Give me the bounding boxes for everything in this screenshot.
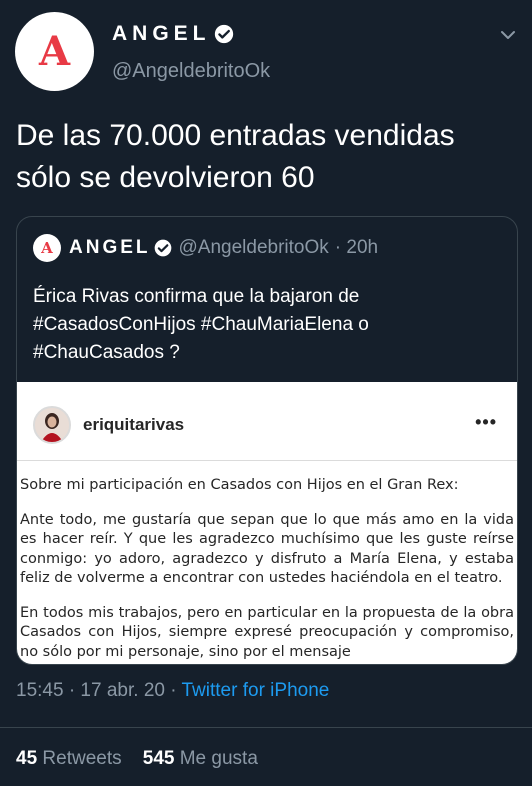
quoted-tweet[interactable]: A ANGEL @AngeldebritoOk · 20h Érica Riva… <box>16 216 518 665</box>
divider <box>17 460 517 461</box>
likes-label: Me gusta <box>179 748 258 769</box>
quoted-author-name: ANGEL <box>69 237 151 258</box>
angel-logo-letter: A <box>41 238 53 257</box>
likes-stat[interactable]: 545 Me gusta <box>143 748 258 769</box>
tweet-text-line: De las 70.000 entradas vendidas <box>16 119 455 152</box>
retweets-stat[interactable]: 45 Retweets <box>16 748 122 769</box>
author-display-name[interactable]: ANGEL <box>112 22 235 46</box>
verified-badge-icon <box>213 23 235 45</box>
retweets-label: Retweets <box>42 748 122 769</box>
instagram-username: eriquitarivas <box>83 415 185 434</box>
quoted-tweet-image[interactable]: eriquitarivas ••• Sobre mi participación… <box>17 382 517 664</box>
instagram-avatar <box>33 406 71 444</box>
likes-count: 545 <box>142 748 175 769</box>
tweet-stats: 45 Retweets 545 Me gusta <box>16 748 258 770</box>
quoted-tweet-header: A ANGEL @AngeldebritoOk · 20h <box>33 233 378 263</box>
verified-badge-icon <box>153 238 173 258</box>
quoted-author-handle: @AngeldebritoOk <box>178 237 329 258</box>
post-paragraph: Ante todo, me gustaría que sepan que lo … <box>20 511 514 587</box>
tweet-timestamp: 15:45 · 17 abr. 20 · <box>16 680 182 701</box>
post-paragraph: En todos mis trabajos, pero en particula… <box>20 604 514 660</box>
tweet-meta: 15:45 · 17 abr. 20 · Twitter for iPhone <box>16 680 329 702</box>
author-avatar[interactable]: A <box>15 12 94 91</box>
quoted-text-line: #CasadosConHijos #ChauMariaElena o <box>33 314 369 335</box>
post-paragraph: Sobre mi participación en Casados con Hi… <box>20 477 459 493</box>
divider <box>0 727 532 728</box>
quoted-tweet-time: · 20h <box>334 237 379 258</box>
tweet-source-link[interactable]: Twitter for iPhone <box>182 680 330 701</box>
quoted-tweet-text: Érica Rivas confirma que la bajaron de #… <box>33 283 503 367</box>
quoted-text-line: Érica Rivas confirma que la bajaron de <box>33 286 360 307</box>
author-name-text: ANGEL <box>112 22 211 45</box>
retweets-count: 45 <box>16 748 38 769</box>
instagram-post-header: eriquitarivas <box>33 404 184 446</box>
quoted-author-avatar: A <box>33 234 61 262</box>
angel-logo-letter: A <box>38 27 71 75</box>
author-handle[interactable]: @AngeldebritoOk <box>112 60 270 83</box>
tweet-text-line: sólo se devolvieron 60 <box>16 161 315 194</box>
chevron-down-icon[interactable] <box>498 25 518 45</box>
instagram-post-text: Sobre mi participación en Casados con Hi… <box>20 476 514 664</box>
quoted-text-line: #ChauCasados ? <box>33 342 180 363</box>
more-options-icon: ••• <box>475 412 497 432</box>
tweet-text: De las 70.000 entradas vendidas sólo se … <box>16 115 516 199</box>
